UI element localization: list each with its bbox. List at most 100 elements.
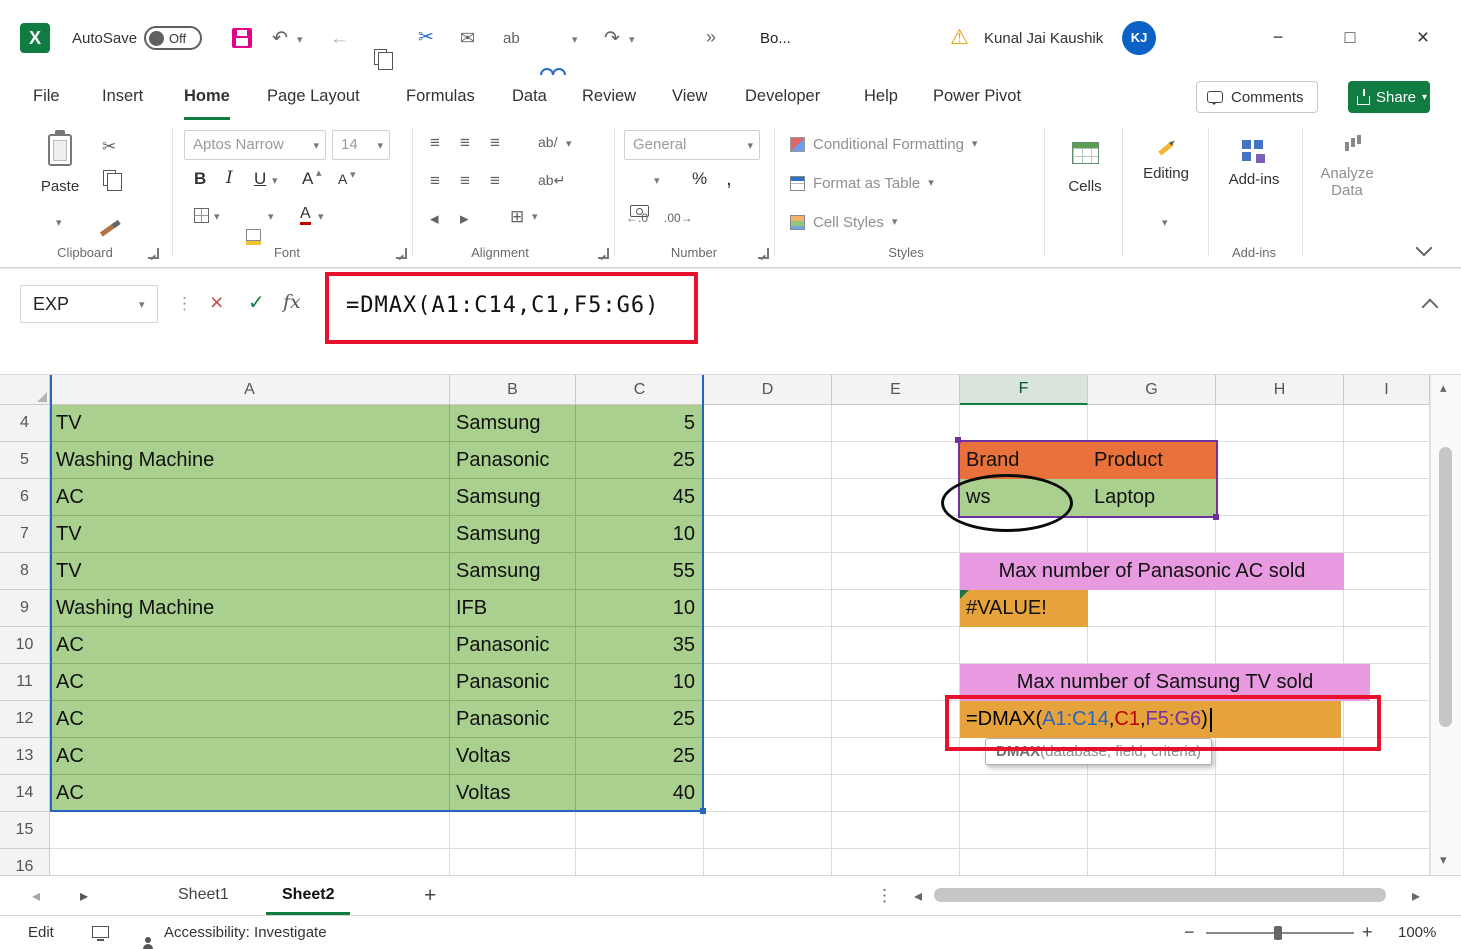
- font-size-combo[interactable]: 14 ▾: [332, 130, 390, 160]
- excel-logo-icon[interactable]: X: [20, 23, 50, 53]
- user-avatar[interactable]: KJ: [1122, 21, 1156, 55]
- cell-E12[interactable]: [832, 701, 960, 738]
- add-ins-button[interactable]: Add-ins: [1220, 134, 1288, 188]
- row-header-4[interactable]: 4: [0, 405, 50, 442]
- share-button[interactable]: Share ▾: [1348, 81, 1430, 113]
- hscroll-left-icon[interactable]: ◂: [914, 889, 922, 905]
- cell-F14[interactable]: [960, 775, 1088, 812]
- cell-A10[interactable]: AC: [50, 627, 450, 664]
- format-as-table-button[interactable]: Format as Table ▾: [790, 175, 934, 192]
- tab-view[interactable]: View: [672, 75, 707, 120]
- row-header-6[interactable]: 6: [0, 479, 50, 516]
- hscroll-right-icon[interactable]: ▸: [1412, 889, 1420, 905]
- clipboard-dialog-launcher-icon[interactable]: [148, 248, 159, 259]
- cell-H13[interactable]: [1216, 738, 1344, 775]
- paste-button[interactable]: Paste ▾: [34, 130, 86, 236]
- row-header-5[interactable]: 5: [0, 442, 50, 479]
- redo-icon[interactable]: ↷: [604, 29, 620, 48]
- cell-D6[interactable]: [704, 479, 832, 516]
- cell-B13[interactable]: Voltas: [450, 738, 576, 775]
- glasses-dropdown-icon[interactable]: ▾: [572, 35, 578, 46]
- cell-D11[interactable]: [704, 664, 832, 701]
- tab-help[interactable]: Help: [864, 75, 898, 120]
- scroll-down-icon[interactable]: ▾: [1440, 853, 1447, 866]
- orientation-dropdown-icon[interactable]: ▾: [566, 139, 572, 150]
- align-top-icon[interactable]: ≡: [430, 134, 440, 151]
- cell-D12[interactable]: [704, 701, 832, 738]
- column-header-F[interactable]: F: [960, 375, 1088, 405]
- decrease-indent-icon[interactable]: ◂: [430, 210, 439, 227]
- cell-F10[interactable]: [960, 627, 1088, 664]
- sheet-nav-left-icon[interactable]: ◂: [32, 889, 40, 905]
- cell-A9[interactable]: Washing Machine: [50, 590, 450, 627]
- number-format-combo[interactable]: General ▾: [624, 130, 760, 160]
- cell-D8[interactable]: [704, 553, 832, 590]
- zoom-level[interactable]: 100%: [1398, 924, 1436, 941]
- cell-B9[interactable]: IFB: [450, 590, 576, 627]
- expand-formula-bar-icon[interactable]: [1421, 298, 1439, 316]
- fill-color-dropdown-icon[interactable]: ▾: [268, 212, 274, 223]
- cell-I12[interactable]: [1344, 701, 1430, 738]
- column-header-A[interactable]: A: [50, 375, 450, 405]
- cell-A14[interactable]: AC: [50, 775, 450, 812]
- cell-D13[interactable]: [704, 738, 832, 775]
- cell-B6[interactable]: Samsung: [450, 479, 576, 516]
- maximize-button[interactable]: □: [1327, 0, 1373, 75]
- cell-H16[interactable]: [1216, 849, 1344, 875]
- cell-C9[interactable]: 10: [576, 590, 704, 627]
- cell-I5[interactable]: [1344, 442, 1430, 479]
- cell-B5[interactable]: Panasonic: [450, 442, 576, 479]
- cell-F8-label[interactable]: Max number of Panasonic AC sold: [960, 553, 1344, 590]
- cell-E5[interactable]: [832, 442, 960, 479]
- row-header-14[interactable]: 14: [0, 775, 50, 812]
- cell-C15[interactable]: [576, 812, 704, 849]
- cell-B4[interactable]: Samsung: [450, 405, 576, 442]
- cell-I7[interactable]: [1344, 516, 1430, 553]
- select-all-corner[interactable]: [0, 375, 50, 405]
- cell-H10[interactable]: [1216, 627, 1344, 664]
- align-left-icon[interactable]: ≡: [430, 172, 440, 189]
- cell-C8[interactable]: 55: [576, 553, 704, 590]
- increase-decimal-icon[interactable]: ←.0: [626, 212, 648, 224]
- tab-developer[interactable]: Developer: [745, 75, 820, 120]
- cell-C11[interactable]: 10: [576, 664, 704, 701]
- cell-D14[interactable]: [704, 775, 832, 812]
- cell-C12[interactable]: 25: [576, 701, 704, 738]
- row-header-15[interactable]: 15: [0, 812, 50, 849]
- cell-D16[interactable]: [704, 849, 832, 875]
- cell-C4[interactable]: 5: [576, 405, 704, 442]
- formula-bar-grip-icon[interactable]: ⋮: [176, 295, 193, 312]
- cell-E14[interactable]: [832, 775, 960, 812]
- cell-F7[interactable]: [960, 516, 1088, 553]
- cells-button[interactable]: Cells: [1056, 134, 1114, 195]
- cell-E13[interactable]: [832, 738, 960, 775]
- editing-button[interactable]: Editing ▾: [1134, 134, 1198, 229]
- cell-I4[interactable]: [1344, 405, 1430, 442]
- cell-A16[interactable]: [50, 849, 450, 875]
- cell-H7[interactable]: [1216, 516, 1344, 553]
- cell-A6[interactable]: AC: [50, 479, 450, 516]
- cell-A5[interactable]: Washing Machine: [50, 442, 450, 479]
- row-header-7[interactable]: 7: [0, 516, 50, 553]
- cell-styles-button[interactable]: Cell Styles ▾: [790, 214, 897, 231]
- cell-D15[interactable]: [704, 812, 832, 849]
- insert-function-button[interactable]: fx: [283, 293, 301, 312]
- copy-small-icon[interactable]: [103, 170, 122, 191]
- column-header-E[interactable]: E: [832, 375, 960, 405]
- cell-E4[interactable]: [832, 405, 960, 442]
- column-header-C[interactable]: C: [576, 375, 704, 405]
- redo-dropdown-icon[interactable]: ▾: [629, 35, 635, 46]
- cell-E6[interactable]: [832, 479, 960, 516]
- decrease-font-button[interactable]: A: [338, 172, 347, 186]
- copy-icon[interactable]: [374, 49, 393, 70]
- cell-B11[interactable]: Panasonic: [450, 664, 576, 701]
- cell-G7[interactable]: [1088, 516, 1216, 553]
- spelling-icon[interactable]: ab: [503, 31, 520, 46]
- cell-A4[interactable]: TV: [50, 405, 450, 442]
- cell-B14[interactable]: Voltas: [450, 775, 576, 812]
- cell-G4[interactable]: [1088, 405, 1216, 442]
- format-painter-icon[interactable]: [99, 224, 115, 237]
- cell-F9-result[interactable]: #VALUE!: [960, 590, 1088, 627]
- tab-review[interactable]: Review: [582, 75, 636, 120]
- cell-H5[interactable]: [1216, 442, 1344, 479]
